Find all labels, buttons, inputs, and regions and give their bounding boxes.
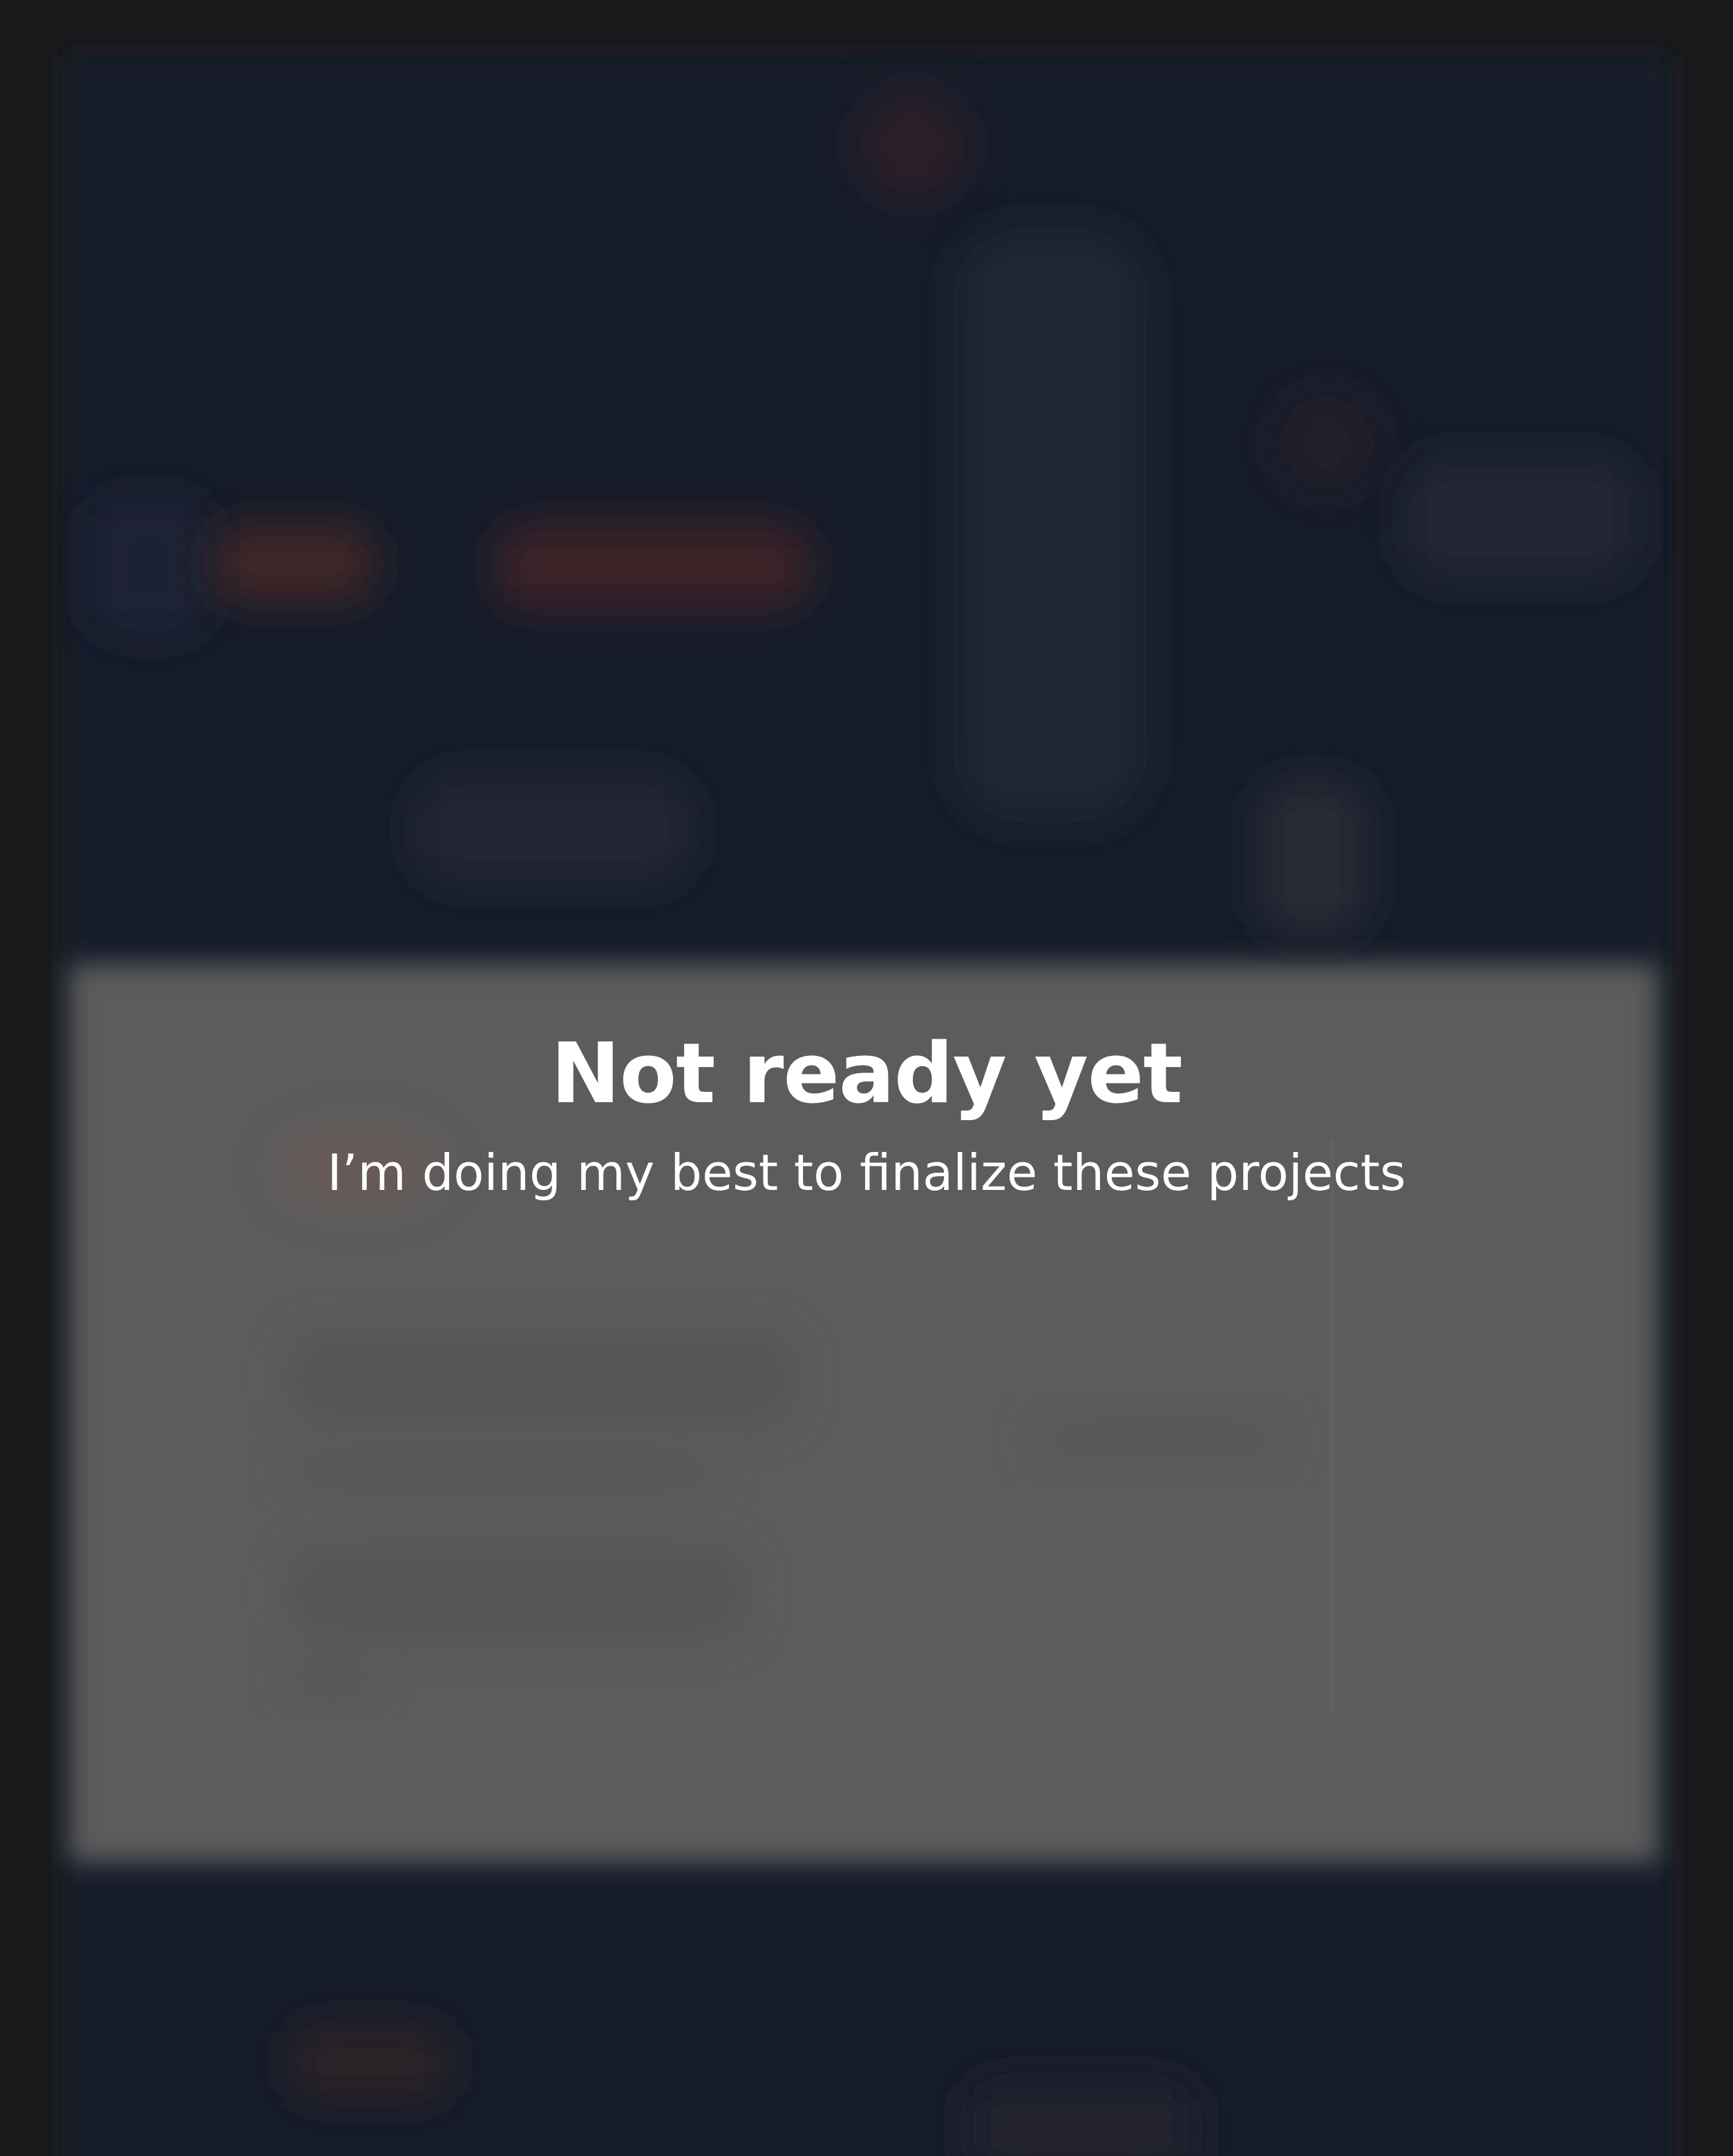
not-ready-message: I’m doing my best to finalize these proj… [327,1144,1406,1202]
blurred-hero-buttons [214,525,808,608]
not-ready-title: Not ready yet [551,1026,1182,1122]
